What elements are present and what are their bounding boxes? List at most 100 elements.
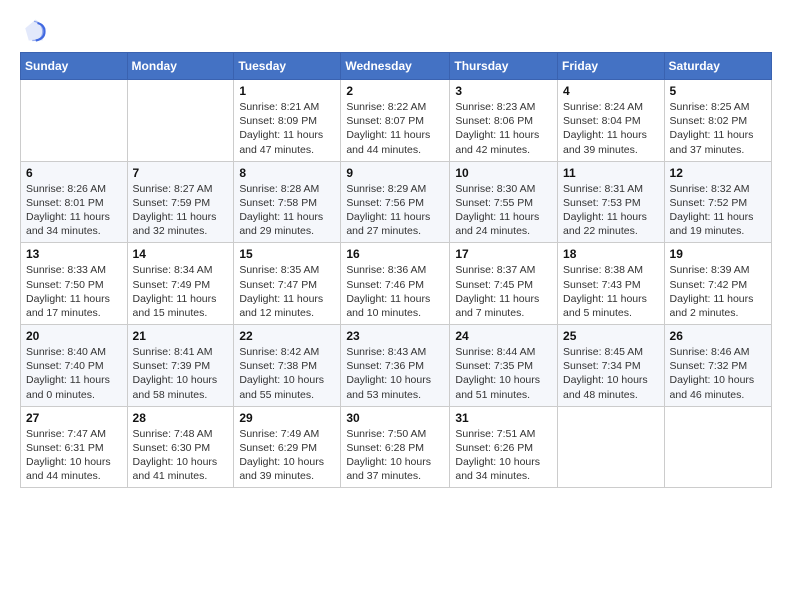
day-number: 24 xyxy=(455,329,552,343)
day-info: Sunrise: 8:32 AM Sunset: 7:52 PM Dayligh… xyxy=(670,182,766,239)
day-number: 31 xyxy=(455,411,552,425)
day-info: Sunrise: 8:26 AM Sunset: 8:01 PM Dayligh… xyxy=(26,182,122,239)
day-number: 28 xyxy=(133,411,229,425)
calendar-cell: 7 Sunrise: 8:27 AM Sunset: 7:59 PM Daylig… xyxy=(127,161,234,243)
calendar-cell xyxy=(127,80,234,162)
calendar-cell: 4Sunrise: 8:24 AM Sunset: 8:04 PM Daylig… xyxy=(558,80,665,162)
header-day-saturday: Saturday xyxy=(664,53,771,80)
day-info: Sunrise: 8:36 AM Sunset: 7:46 PM Dayligh… xyxy=(346,263,444,320)
calendar-week-row: 6 Sunrise: 8:26 AM Sunset: 8:01 PM Daylig… xyxy=(21,161,772,243)
calendar-week-row: 20 Sunrise: 8:40 AM Sunset: 7:40 PM Dayli… xyxy=(21,325,772,407)
header-day-wednesday: Wednesday xyxy=(341,53,450,80)
calendar-cell: 17Sunrise: 8:37 AM Sunset: 7:45 PM Dayli… xyxy=(450,243,558,325)
day-number: 16 xyxy=(346,247,444,261)
day-info: Sunrise: 8:23 AM Sunset: 8:06 PM Dayligh… xyxy=(455,100,552,157)
calendar-header-row: SundayMondayTuesdayWednesdayThursdayFrid… xyxy=(21,53,772,80)
calendar-cell: 29 Sunrise: 7:49 AM Sunset: 6:29 PM Dayli… xyxy=(234,406,341,488)
day-info: Sunrise: 7:51 AM Sunset: 6:26 PM Dayligh… xyxy=(455,427,552,484)
day-info: Sunrise: 8:28 AM Sunset: 7:58 PM Dayligh… xyxy=(239,182,335,239)
day-number: 13 xyxy=(26,247,122,261)
calendar-cell: 24Sunrise: 8:44 AM Sunset: 7:35 PM Dayli… xyxy=(450,325,558,407)
day-number: 26 xyxy=(670,329,766,343)
day-info: Sunrise: 8:34 AM Sunset: 7:49 PM Dayligh… xyxy=(133,263,229,320)
day-info: Sunrise: 8:33 AM Sunset: 7:50 PM Dayligh… xyxy=(26,263,122,320)
calendar-cell: 27 Sunrise: 7:47 AM Sunset: 6:31 PM Dayli… xyxy=(21,406,128,488)
calendar-week-row: 13 Sunrise: 8:33 AM Sunset: 7:50 PM Dayli… xyxy=(21,243,772,325)
header-day-thursday: Thursday xyxy=(450,53,558,80)
calendar-cell: 19Sunrise: 8:39 AM Sunset: 7:42 PM Dayli… xyxy=(664,243,771,325)
day-info: Sunrise: 7:49 AM Sunset: 6:29 PM Dayligh… xyxy=(239,427,335,484)
day-number: 5 xyxy=(670,84,766,98)
calendar-cell: 28 Sunrise: 7:48 AM Sunset: 6:30 PM Dayli… xyxy=(127,406,234,488)
day-number: 30 xyxy=(346,411,444,425)
day-number: 19 xyxy=(670,247,766,261)
day-info: Sunrise: 7:48 AM Sunset: 6:30 PM Dayligh… xyxy=(133,427,229,484)
day-number: 23 xyxy=(346,329,444,343)
day-number: 8 xyxy=(239,166,335,180)
header-day-sunday: Sunday xyxy=(21,53,128,80)
day-number: 25 xyxy=(563,329,659,343)
calendar-cell: 9 Sunrise: 8:29 AM Sunset: 7:56 PM Daylig… xyxy=(341,161,450,243)
calendar-cell: 31 Sunrise: 7:51 AM Sunset: 6:26 PM Dayli… xyxy=(450,406,558,488)
day-number: 7 xyxy=(133,166,229,180)
day-info: Sunrise: 8:29 AM Sunset: 7:56 PM Dayligh… xyxy=(346,182,444,239)
day-number: 11 xyxy=(563,166,659,180)
day-info: Sunrise: 7:50 AM Sunset: 6:28 PM Dayligh… xyxy=(346,427,444,484)
day-number: 22 xyxy=(239,329,335,343)
day-info: Sunrise: 8:45 AM Sunset: 7:34 PM Dayligh… xyxy=(563,345,659,402)
day-info: Sunrise: 8:41 AM Sunset: 7:39 PM Dayligh… xyxy=(133,345,229,402)
calendar-cell: 5 Sunrise: 8:25 AM Sunset: 8:02 PM Daylig… xyxy=(664,80,771,162)
day-number: 15 xyxy=(239,247,335,261)
calendar-cell: 6 Sunrise: 8:26 AM Sunset: 8:01 PM Daylig… xyxy=(21,161,128,243)
day-info: Sunrise: 8:40 AM Sunset: 7:40 PM Dayligh… xyxy=(26,345,122,402)
calendar-cell: 25 Sunrise: 8:45 AM Sunset: 7:34 PM Dayli… xyxy=(558,325,665,407)
day-number: 20 xyxy=(26,329,122,343)
header-day-monday: Monday xyxy=(127,53,234,80)
calendar-cell: 23Sunrise: 8:43 AM Sunset: 7:36 PM Dayli… xyxy=(341,325,450,407)
day-number: 9 xyxy=(346,166,444,180)
calendar-cell: 21 Sunrise: 8:41 AM Sunset: 7:39 PM Dayli… xyxy=(127,325,234,407)
header-day-friday: Friday xyxy=(558,53,665,80)
day-info: Sunrise: 8:22 AM Sunset: 8:07 PM Dayligh… xyxy=(346,100,444,157)
calendar-week-row: 27 Sunrise: 7:47 AM Sunset: 6:31 PM Dayli… xyxy=(21,406,772,488)
day-info: Sunrise: 8:25 AM Sunset: 8:02 PM Dayligh… xyxy=(670,100,766,157)
day-info: Sunrise: 8:31 AM Sunset: 7:53 PM Dayligh… xyxy=(563,182,659,239)
calendar-cell xyxy=(21,80,128,162)
day-number: 21 xyxy=(133,329,229,343)
day-number: 1 xyxy=(239,84,335,98)
day-info: Sunrise: 8:35 AM Sunset: 7:47 PM Dayligh… xyxy=(239,263,335,320)
calendar-cell: 10Sunrise: 8:30 AM Sunset: 7:55 PM Dayli… xyxy=(450,161,558,243)
header-day-tuesday: Tuesday xyxy=(234,53,341,80)
day-info: Sunrise: 8:27 AM Sunset: 7:59 PM Dayligh… xyxy=(133,182,229,239)
calendar-cell: 16 Sunrise: 8:36 AM Sunset: 7:46 PM Dayli… xyxy=(341,243,450,325)
calendar-cell: 11 Sunrise: 8:31 AM Sunset: 7:53 PM Dayli… xyxy=(558,161,665,243)
day-number: 10 xyxy=(455,166,552,180)
calendar-cell: 1 Sunrise: 8:21 AM Sunset: 8:09 PM Daylig… xyxy=(234,80,341,162)
day-number: 29 xyxy=(239,411,335,425)
day-number: 6 xyxy=(26,166,122,180)
calendar-cell: 3Sunrise: 8:23 AM Sunset: 8:06 PM Daylig… xyxy=(450,80,558,162)
day-number: 2 xyxy=(346,84,444,98)
day-info: Sunrise: 8:46 AM Sunset: 7:32 PM Dayligh… xyxy=(670,345,766,402)
day-number: 12 xyxy=(670,166,766,180)
day-info: Sunrise: 7:47 AM Sunset: 6:31 PM Dayligh… xyxy=(26,427,122,484)
day-info: Sunrise: 8:37 AM Sunset: 7:45 PM Dayligh… xyxy=(455,263,552,320)
calendar-cell: 30 Sunrise: 7:50 AM Sunset: 6:28 PM Dayli… xyxy=(341,406,450,488)
logo xyxy=(20,16,52,44)
calendar-cell: 20 Sunrise: 8:40 AM Sunset: 7:40 PM Dayli… xyxy=(21,325,128,407)
calendar-cell xyxy=(558,406,665,488)
calendar-table: SundayMondayTuesdayWednesdayThursdayFrid… xyxy=(20,52,772,488)
calendar-week-row: 1 Sunrise: 8:21 AM Sunset: 8:09 PM Daylig… xyxy=(21,80,772,162)
page-header xyxy=(20,16,772,44)
day-number: 18 xyxy=(563,247,659,261)
calendar-cell: 8 Sunrise: 8:28 AM Sunset: 7:58 PM Daylig… xyxy=(234,161,341,243)
calendar-cell: 12 Sunrise: 8:32 AM Sunset: 7:52 PM Dayli… xyxy=(664,161,771,243)
calendar-cell: 2 Sunrise: 8:22 AM Sunset: 8:07 PM Daylig… xyxy=(341,80,450,162)
day-number: 27 xyxy=(26,411,122,425)
day-info: Sunrise: 8:21 AM Sunset: 8:09 PM Dayligh… xyxy=(239,100,335,157)
day-info: Sunrise: 8:42 AM Sunset: 7:38 PM Dayligh… xyxy=(239,345,335,402)
calendar-cell xyxy=(664,406,771,488)
calendar-cell: 18Sunrise: 8:38 AM Sunset: 7:43 PM Dayli… xyxy=(558,243,665,325)
calendar-cell: 15 Sunrise: 8:35 AM Sunset: 7:47 PM Dayli… xyxy=(234,243,341,325)
logo-icon xyxy=(20,16,48,44)
